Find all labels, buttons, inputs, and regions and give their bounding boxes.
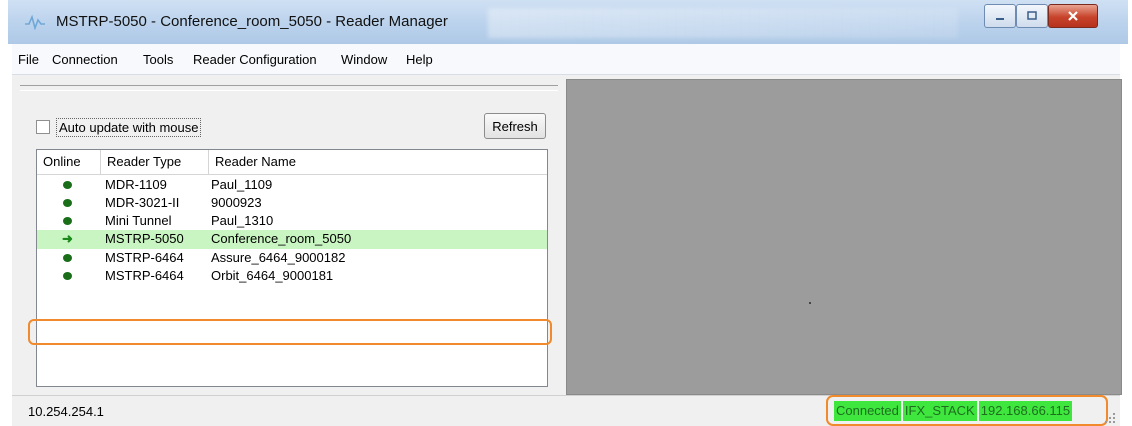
online-dot-icon bbox=[63, 199, 72, 207]
refresh-button[interactable]: Refresh bbox=[484, 113, 546, 139]
reader-manager-icon bbox=[25, 14, 45, 30]
reader-type: MDR-1109 bbox=[105, 177, 167, 192]
reader-type: MSTRP-6464 bbox=[105, 268, 184, 283]
reader-type: MSTRP-5050 bbox=[105, 231, 184, 246]
auto-update-option[interactable]: Auto update with mouse bbox=[36, 117, 202, 137]
status-host-ip: 10.254.254.1 bbox=[28, 404, 104, 419]
pane-separator bbox=[20, 85, 558, 91]
column-reader-name[interactable]: Reader Name bbox=[209, 150, 545, 174]
pane-speck bbox=[809, 302, 811, 304]
reader-name: 9000923 bbox=[211, 195, 262, 210]
reader-list-pane: Auto update with mouse Refresh Online Re… bbox=[12, 75, 560, 395]
maximize-button[interactable] bbox=[1016, 4, 1048, 28]
menu-window[interactable]: Window bbox=[341, 52, 387, 67]
online-dot-icon bbox=[63, 181, 72, 189]
menu-help[interactable]: Help bbox=[406, 52, 433, 67]
reader-row[interactable]: MDR-1109 Paul_1109 bbox=[37, 176, 547, 194]
auto-update-checkbox[interactable] bbox=[36, 120, 50, 134]
online-dot-icon bbox=[63, 254, 72, 262]
reader-name: Assure_6464_9000182 bbox=[211, 250, 346, 265]
menu-reader-configuration[interactable]: Reader Configuration bbox=[193, 52, 317, 67]
status-highlight-outline bbox=[826, 395, 1108, 426]
close-icon bbox=[1068, 11, 1078, 21]
reader-list-header: Online Reader Type Reader Name bbox=[37, 150, 547, 175]
menu-bar: File Connection Tools Reader Configurati… bbox=[12, 44, 1120, 75]
reader-name: Paul_1109 bbox=[211, 177, 273, 192]
reader-detail-pane bbox=[566, 79, 1122, 395]
reader-row[interactable]: Mini Tunnel Paul_1310 bbox=[37, 212, 547, 230]
title-bar[interactable]: MSTRP-5050 - Conference_room_5050 - Read… bbox=[8, 0, 1128, 44]
menu-tools[interactable]: Tools bbox=[143, 52, 173, 67]
window-title: MSTRP-5050 - Conference_room_5050 - Read… bbox=[56, 13, 448, 30]
client-area: Auto update with mouse Refresh Online Re… bbox=[12, 75, 1122, 426]
reader-type: Mini Tunnel bbox=[105, 213, 172, 228]
blurred-background-tabs bbox=[488, 8, 958, 38]
reader-name: Orbit_6464_9000181 bbox=[211, 268, 334, 283]
menu-connection[interactable]: Connection bbox=[52, 52, 118, 67]
reader-row-selected[interactable]: ➜ MSTRP-5050 Conference_room_5050 bbox=[37, 230, 547, 249]
maximize-icon bbox=[1027, 11, 1037, 20]
minimize-button[interactable] bbox=[984, 4, 1016, 28]
selected-row-highlight-outline bbox=[28, 319, 552, 345]
close-button[interactable] bbox=[1048, 4, 1098, 28]
status-bar: 10.254.254.1 Connected IFX_STACK 192.168… bbox=[12, 395, 1120, 426]
reader-list[interactable]: Online Reader Type Reader Name MDR-1109 … bbox=[36, 149, 548, 387]
reader-row[interactable]: MSTRP-6464 Assure_6464_9000182 bbox=[37, 249, 547, 267]
reader-manager-window: MSTRP-5050 - Conference_room_5050 - Read… bbox=[8, 0, 1128, 426]
menu-file[interactable]: File bbox=[18, 52, 39, 67]
resize-grip-icon[interactable] bbox=[1104, 412, 1116, 424]
online-dot-icon bbox=[63, 217, 72, 225]
online-dot-icon bbox=[63, 272, 72, 280]
minimize-icon bbox=[996, 18, 1004, 20]
reader-type: MDR-3021-II bbox=[105, 195, 180, 210]
reader-type: MSTRP-6464 bbox=[105, 250, 184, 265]
column-reader-type[interactable]: Reader Type bbox=[101, 150, 209, 174]
reader-row[interactable]: MSTRP-6464 Orbit_6464_9000181 bbox=[37, 267, 547, 285]
reader-row[interactable]: MDR-3021-II 9000923 bbox=[37, 194, 547, 212]
column-online[interactable]: Online bbox=[37, 150, 101, 174]
auto-update-label[interactable]: Auto update with mouse bbox=[56, 117, 202, 137]
reader-name: Paul_1310 bbox=[211, 213, 274, 228]
connected-arrow-icon: ➜ bbox=[62, 231, 73, 246]
reader-name: Conference_room_5050 bbox=[211, 231, 352, 246]
